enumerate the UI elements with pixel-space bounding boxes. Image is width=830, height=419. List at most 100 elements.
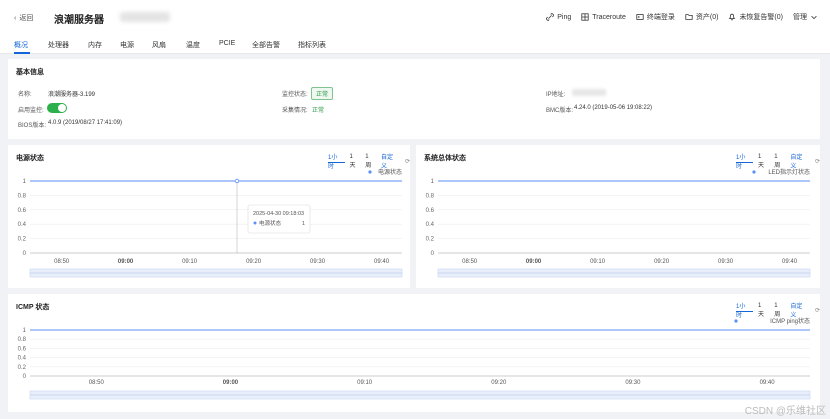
- tab-fan[interactable]: 风扇: [152, 40, 166, 50]
- icmp-status-card: ICMP 状态 1小时 1天 1周 自定义 ⟳ 0 0.2 0.4 0.6 0.8 1 08…: [8, 294, 820, 412]
- tooltip-label: 电源状态: [259, 219, 282, 227]
- y-tick-label: 1: [23, 328, 27, 334]
- tab-bar: 概况 处理器 内存 电源 风扇 温度 PCIE 全部告警 指标列表: [0, 36, 830, 54]
- y-tick-label: 0.4: [426, 222, 435, 228]
- collect-value: 正常: [312, 108, 325, 114]
- monitor-enabled-toggle[interactable]: [47, 103, 67, 113]
- basic-info-card: 基本信息 名称: 浪潮服务器-3.199 启用监控: BIOS版本: 4.0.9…: [8, 59, 820, 139]
- redacted-host: [120, 12, 170, 22]
- x-tick-label: 09:30: [310, 259, 326, 265]
- redacted-ip: [572, 89, 606, 96]
- x-tick-label: 09:40: [782, 259, 798, 265]
- y-tick-label: 0.6: [18, 346, 27, 352]
- power-status-chart: 0 0.2 0.4 0.6 0.8 1 08:50 09:00 09:10 09:20 09:30 0…: [18, 168, 403, 278]
- traceroute-label: Traceroute: [592, 13, 626, 21]
- tab-pcie[interactable]: PCIE: [219, 40, 235, 47]
- manage-label: 管理: [793, 14, 807, 21]
- top-bar: ‹ 返回 浪潮服务器 Ping Traceroute 终端登录 资产(0) 未恢…: [0, 0, 830, 36]
- terminal-icon: [636, 14, 644, 20]
- back-button[interactable]: ‹ 返回: [14, 13, 33, 23]
- y-tick-label: 0: [431, 251, 435, 257]
- y-tick-label: 0.8: [18, 337, 27, 343]
- tooltip-value: 1: [302, 221, 305, 227]
- x-tick-label: 09:00: [223, 380, 239, 386]
- bios-value: 4.0.9 (2019/08/27 17:41:09): [48, 120, 123, 126]
- y-tick-label: 0.4: [18, 222, 27, 228]
- y-tick-label: 0.4: [18, 356, 27, 362]
- tab-temperature[interactable]: 温度: [186, 40, 200, 50]
- y-tick-label: 0.6: [18, 208, 27, 214]
- y-tick-label: 0.2: [426, 237, 435, 243]
- x-tick-label: 09:40: [374, 259, 390, 265]
- hover-point: [234, 178, 240, 184]
- y-tick-label: 0.8: [426, 193, 435, 199]
- system-status-card: 系统总体状态 1小时 1天 1周 自定义 ⟳ 0 0.2 0.4 0.6 0.8 1 08:…: [416, 145, 820, 288]
- tooltip-marker: [253, 221, 257, 225]
- bios-label: BIOS版本:: [18, 123, 47, 129]
- tab-metrics[interactable]: 指标列表: [298, 40, 326, 50]
- y-tick-label: 0.2: [18, 365, 27, 371]
- active-tab-indicator: [14, 52, 30, 54]
- manage-dropdown[interactable]: 管理: [793, 12, 818, 22]
- unresolved-alerts-label: 未恢复告警(0): [739, 14, 783, 21]
- icmp-status-chart: 0 0.2 0.4 0.6 0.8 1 08:50 09:00 09:10 09:20 09:30 0…: [18, 317, 811, 400]
- monitor-status-badge: 正常: [311, 87, 334, 100]
- legend-marker: [734, 319, 738, 323]
- tooltip-time: 2025-04-30 09:18:03: [253, 211, 304, 217]
- ip-label: IP地址:: [546, 92, 566, 98]
- back-label: 返回: [19, 15, 34, 22]
- ping-label: Ping: [557, 13, 572, 21]
- chevron-down-icon: [811, 15, 817, 20]
- legend-label: ICMP ping状态: [770, 317, 810, 325]
- x-tick-label: 08:50: [462, 259, 478, 265]
- x-tick-label: 09:20: [491, 380, 507, 386]
- tab-memory[interactable]: 内存: [88, 40, 102, 50]
- x-tick-label: 09:30: [625, 380, 641, 386]
- legend-label: 电源状态: [378, 168, 402, 176]
- x-tick-label: 09:10: [182, 259, 198, 265]
- traceroute-button[interactable]: Traceroute: [581, 13, 626, 21]
- y-tick-label: 0: [23, 251, 27, 257]
- y-tick-label: 1: [431, 179, 435, 185]
- monitor-enabled-label: 启用监控:: [18, 108, 44, 114]
- tab-all-alerts[interactable]: 全部告警: [252, 40, 280, 50]
- terminal-login-label: 终端登录: [646, 14, 675, 21]
- tab-power[interactable]: 电源: [120, 40, 134, 50]
- tooltip: [247, 204, 311, 234]
- assets-button[interactable]: 资产(0): [685, 12, 719, 22]
- y-tick-label: 0.6: [426, 208, 435, 214]
- ping-button[interactable]: Ping: [546, 13, 571, 21]
- name-value: 浪潮服务器-3.199: [48, 92, 96, 98]
- action-bar: Ping Traceroute 终端登录 资产(0) 未恢复告警(0) 管理: [546, 12, 818, 22]
- x-tick-label: 08:50: [89, 380, 105, 386]
- tab-overview[interactable]: 概况: [14, 40, 28, 50]
- tab-cpu[interactable]: 处理器: [48, 40, 69, 50]
- bmc-label: BMC版本:: [546, 108, 574, 114]
- legend-label: LED指示灯状态: [768, 168, 810, 176]
- assets-label: 资产(0): [695, 14, 719, 21]
- bell-icon: [729, 13, 736, 21]
- y-tick-label: 0.8: [18, 193, 27, 199]
- terminal-login-button[interactable]: 终端登录: [636, 12, 675, 22]
- bmc-value: 4.24.0 (2019-05-06 19:08:22): [574, 105, 653, 111]
- y-tick-label: 0.2: [18, 237, 27, 243]
- x-tick-label: 09:40: [760, 380, 776, 386]
- chevron-left-icon: ‹: [14, 14, 17, 22]
- folder-icon: [685, 14, 693, 20]
- legend-marker: [752, 170, 756, 174]
- collect-label: 采集情况:: [282, 108, 308, 114]
- watermark: CSDN @乐维社区: [744, 406, 826, 417]
- x-tick-label: 09:00: [526, 259, 542, 265]
- link-icon: [546, 13, 555, 21]
- x-tick-label: 09:20: [246, 259, 262, 265]
- system-status-chart: 0 0.2 0.4 0.6 0.8 1 08:50 09:00 09:10 09:20 09:30 0…: [426, 168, 811, 278]
- y-tick-label: 1: [23, 179, 27, 185]
- monitor-status-label: 监控状态:: [282, 92, 308, 98]
- x-tick-label: 09:00: [118, 259, 134, 265]
- x-tick-label: 09:10: [590, 259, 606, 265]
- grid-icon: [581, 13, 589, 21]
- power-status-card: 电源状态 1小时 1天 1周 自定义 ⟳ 0 0.2 0.4 0.6 0.8 1 08:50…: [8, 145, 410, 288]
- name-label: 名称:: [18, 92, 32, 98]
- unresolved-alerts-button[interactable]: 未恢复告警(0): [728, 12, 783, 22]
- x-tick-label: 09:30: [718, 259, 734, 265]
